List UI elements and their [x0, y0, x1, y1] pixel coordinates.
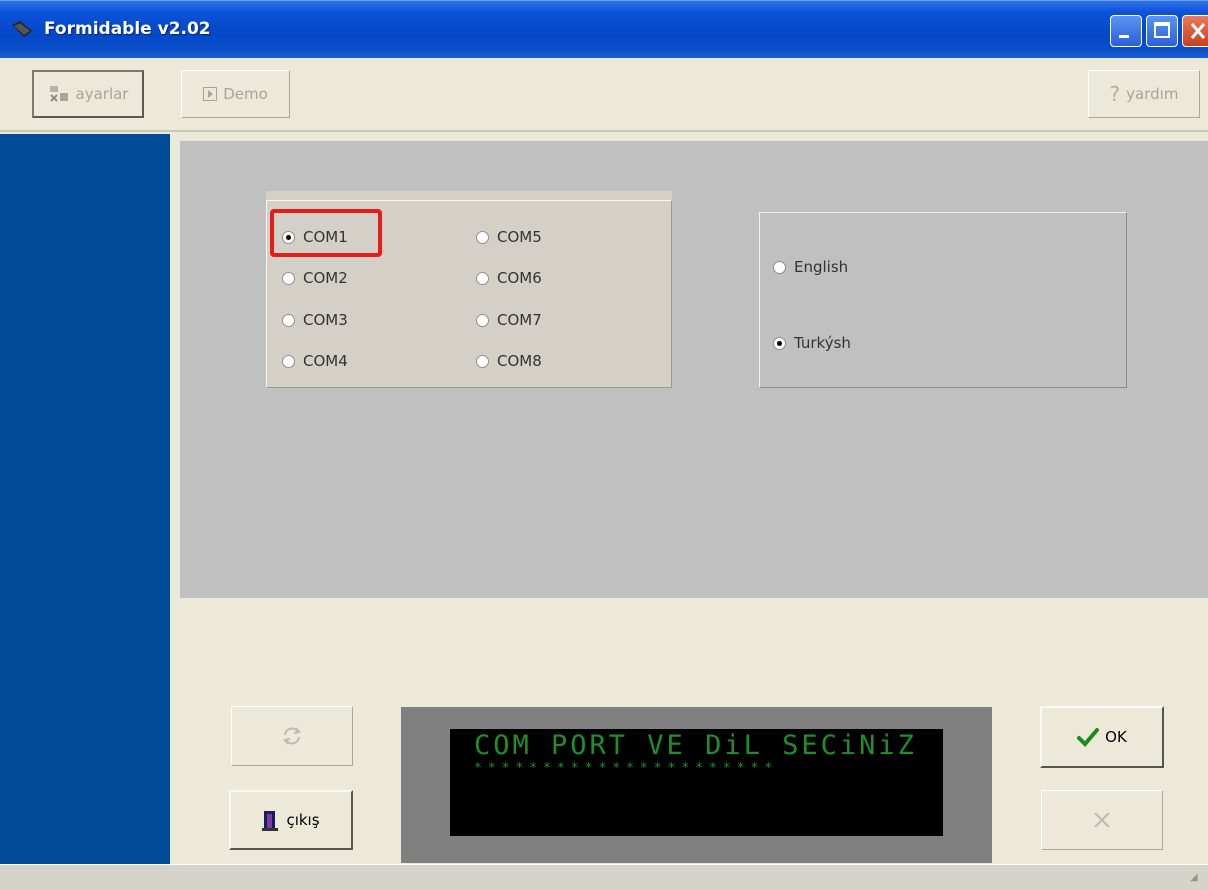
radio-indicator [773, 336, 786, 350]
radio-indicator [476, 271, 489, 285]
play-icon [203, 87, 218, 101]
help-icon: ? [1109, 82, 1121, 106]
demo-button[interactable]: Demo [181, 70, 290, 118]
radio-label: COM5 [497, 228, 542, 246]
radio-com3[interactable]: COM3 [282, 311, 348, 329]
refresh-button[interactable] [231, 706, 353, 766]
cancel-button[interactable] [1041, 790, 1163, 850]
radio-indicator [282, 271, 295, 285]
status-bar [0, 864, 1208, 890]
radio-label: COM6 [497, 269, 542, 287]
radio-label: COM4 [303, 352, 348, 370]
yardim-button[interactable]: ? yardım [1088, 70, 1200, 118]
maximize-button[interactable] [1146, 15, 1178, 47]
cikis-label: çıkış [286, 811, 320, 829]
minimize-button[interactable] [1110, 15, 1142, 47]
minimize-icon [1119, 35, 1129, 38]
close-button[interactable] [1182, 15, 1208, 47]
title-bar: Formidable v2.02 [0, 0, 1208, 58]
radio-com6[interactable]: COM6 [476, 269, 542, 287]
refresh-icon [283, 727, 301, 745]
selection-highlight [270, 209, 382, 257]
radio-label: COM3 [303, 311, 348, 329]
radio-indicator [476, 354, 489, 368]
close-icon [1190, 23, 1206, 39]
ok-label: OK [1105, 728, 1127, 746]
app-icon [12, 21, 32, 37]
com-group-header [266, 191, 672, 200]
yardim-label: yardım [1126, 85, 1179, 103]
ok-button[interactable]: OK [1040, 706, 1164, 768]
radio-label: Turkýsh [794, 334, 851, 352]
radio-label: COM7 [497, 311, 542, 329]
radio-indicator [476, 313, 489, 327]
radio-indicator [476, 230, 489, 244]
radio-com8[interactable]: COM8 [476, 352, 542, 370]
maximize-icon [1154, 22, 1170, 38]
language-group [759, 212, 1127, 388]
radio-indicator [773, 260, 786, 274]
radio-label: COM2 [303, 269, 348, 287]
toolbar: ayarlar Demo ? yardım [0, 58, 1208, 132]
radio-com2[interactable]: COM2 [282, 269, 348, 287]
demo-label: Demo [223, 85, 268, 103]
radio-label: COM8 [497, 352, 542, 370]
radio-english[interactable]: English [773, 258, 848, 276]
exit-door-icon [262, 811, 279, 831]
lcd-stars: ********************** [474, 761, 779, 776]
radio-com7[interactable]: COM7 [476, 311, 542, 329]
radio-label: English [794, 258, 849, 276]
left-sidebar [0, 134, 170, 864]
radio-indicator [282, 313, 295, 327]
radio-indicator [282, 354, 295, 368]
checkmark-icon [1077, 728, 1100, 747]
ayarlar-label: ayarlar [75, 85, 129, 103]
settings-icon [49, 86, 68, 102]
lcd-message: COM PORT VE DiL SECiNiZ [474, 730, 917, 761]
ayarlar-button[interactable]: ayarlar [32, 70, 144, 118]
radio-turkish[interactable]: Turkýsh [773, 334, 851, 352]
window-title: Formidable v2.02 [44, 19, 211, 39]
cikis-button[interactable]: çıkış [229, 790, 353, 850]
cancel-x-icon [1094, 812, 1110, 828]
radio-com5[interactable]: COM5 [476, 228, 542, 246]
resize-grip-icon[interactable]: ◢ [1190, 872, 1204, 886]
radio-com4[interactable]: COM4 [282, 352, 348, 370]
